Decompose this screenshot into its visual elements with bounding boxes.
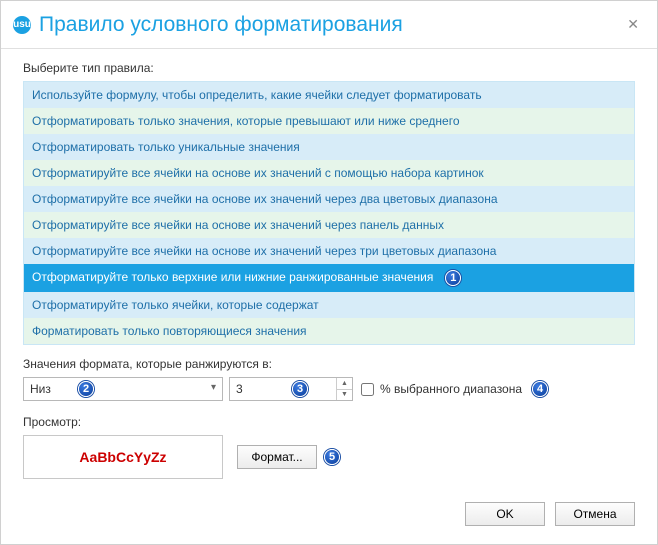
rule-type-label: Выберите тип правила:	[23, 61, 635, 75]
preview-sample-box: AaBbCcYyZz	[23, 435, 223, 479]
rule-item[interactable]: Отформатировать только значения, которые…	[24, 108, 634, 134]
dialog-footer: OK Отмена	[465, 502, 635, 526]
rule-item-label: Отформатируйте все ячейки на основе их з…	[32, 192, 498, 206]
rule-item-label: Отформатируйте все ячейки на основе их з…	[32, 166, 484, 180]
rank-spinner[interactable]: 3 3 ▲ ▼	[229, 377, 353, 401]
callout-badge-1: 1	[445, 270, 461, 286]
direction-value: Низ	[30, 382, 51, 396]
percent-checkbox[interactable]	[361, 383, 374, 396]
rule-item[interactable]: Отформатируйте все ячейки на основе их з…	[24, 238, 634, 264]
rule-item[interactable]: Отформатируйте все ячейки на основе их з…	[24, 160, 634, 186]
rule-item-label: Отформатируйте только ячейки, которые со…	[32, 298, 319, 312]
callout-badge-2: 2	[78, 381, 94, 397]
format-button[interactable]: Формат... 5	[237, 445, 317, 469]
rule-item-label: Отформатируйте все ячейки на основе их з…	[32, 244, 496, 258]
preview-sample-text: AaBbCcYyZz	[79, 449, 166, 465]
rule-item-label: Форматировать только повторяющиеся значе…	[32, 324, 307, 338]
titlebar: usu Правило условного форматирования ✕	[1, 1, 657, 49]
rank-value: 3	[236, 382, 243, 396]
cancel-button-label: Отмена	[573, 507, 616, 521]
percent-label: % выбранного диапазона	[380, 382, 522, 396]
format-controls-row: Низ 2 3 3 ▲ ▼ % выбранного диапазона 4	[23, 377, 635, 401]
spinner-buttons: ▲ ▼	[336, 378, 352, 400]
callout-badge-5: 5	[324, 449, 340, 465]
dialog-body: Выберите тип правила: Используйте формул…	[1, 49, 657, 493]
preview-section: Просмотр: AaBbCcYyZz Формат... 5	[23, 415, 635, 479]
format-values-label: Значения формата, которые ранжируются в:	[23, 357, 635, 371]
ok-button-label: OK	[496, 507, 513, 521]
rule-item[interactable]: Отформатируйте только верхние или нижние…	[24, 264, 634, 292]
preview-label: Просмотр:	[23, 415, 635, 429]
spinner-up-icon[interactable]: ▲	[337, 378, 352, 390]
preview-block: AaBbCcYyZz Формат... 5	[23, 435, 635, 479]
rule-item[interactable]: Форматировать только повторяющиеся значе…	[24, 318, 634, 344]
direction-combo[interactable]: Низ 2	[23, 377, 223, 401]
percent-checkbox-row[interactable]: % выбранного диапазона 4	[361, 381, 548, 397]
rule-type-list: Используйте формулу, чтобы определить, к…	[23, 81, 635, 345]
rule-item-label: Отформатируйте все ячейки на основе их з…	[32, 218, 444, 232]
rule-item-label: Отформатировать только значения, которые…	[32, 114, 460, 128]
close-icon[interactable]: ✕	[623, 12, 643, 37]
ok-button[interactable]: OK	[465, 502, 545, 526]
app-icon: usu	[13, 16, 31, 34]
dialog-window: usu Правило условного форматирования ✕ В…	[0, 0, 658, 545]
rule-item-label: Используйте формулу, чтобы определить, к…	[32, 88, 482, 102]
callout-badge-3: 3	[292, 381, 308, 397]
rule-item[interactable]: Отформатируйте только ячейки, которые со…	[24, 292, 634, 318]
rule-item[interactable]: Используйте формулу, чтобы определить, к…	[24, 82, 634, 108]
rule-item-label: Отформатируйте только верхние или нижние…	[32, 270, 433, 284]
cancel-button[interactable]: Отмена	[555, 502, 635, 526]
rule-item-label: Отформатировать только уникальные значен…	[32, 140, 300, 154]
callout-badge-4: 4	[532, 381, 548, 397]
spinner-down-icon[interactable]: ▼	[337, 390, 352, 401]
dialog-title: Правило условного форматирования	[39, 13, 623, 37]
format-button-label: Формат...	[251, 450, 302, 464]
format-values-section: Значения формата, которые ранжируются в:…	[23, 357, 635, 401]
rule-item[interactable]: Отформатируйте все ячейки на основе их з…	[24, 212, 634, 238]
rule-item[interactable]: Отформатируйте все ячейки на основе их з…	[24, 186, 634, 212]
rule-item[interactable]: Отформатировать только уникальные значен…	[24, 134, 634, 160]
